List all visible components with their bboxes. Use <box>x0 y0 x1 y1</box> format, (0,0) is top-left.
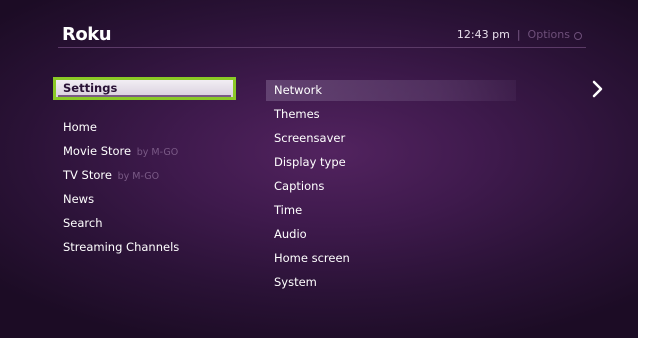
submenu-item-audio[interactable]: Audio <box>274 227 307 241</box>
main-menu: Settings Home Movie Store by M-GO TV Sto… <box>53 77 243 254</box>
submenu-item-themes[interactable]: Themes <box>274 107 320 121</box>
submenu-item-time[interactable]: Time <box>274 203 302 217</box>
options-star-icon <box>574 31 582 40</box>
menu-item-label: Home <box>63 120 97 134</box>
clock-time: 12:43 pm <box>456 28 510 41</box>
roku-home-screen: Roku 12:43 pm | Options Settings Home Mo… <box>0 0 638 338</box>
menu-item-label: Movie Store <box>63 144 132 158</box>
header-separator: | <box>516 28 521 41</box>
menu-item-label: News <box>63 192 95 206</box>
submenu-item-display-type[interactable]: Display type <box>274 155 346 169</box>
submenu-item-system[interactable]: System <box>274 275 317 289</box>
submenu-item-network[interactable]: Network <box>274 83 322 97</box>
menu-item-provider: by M-GO <box>136 147 179 158</box>
options-hint: Options <box>527 28 570 41</box>
menu-item-label: TV Store <box>63 168 112 182</box>
header-status: 12:43 pm | Options <box>457 28 582 41</box>
menu-item-label: Search <box>63 216 103 230</box>
menu-item-settings[interactable]: Settings <box>53 77 236 100</box>
submenu-item-home-screen[interactable]: Home screen <box>274 251 350 265</box>
roku-logo: Roku <box>62 24 112 45</box>
menu-item-movie-store[interactable]: Movie Store by M-GO <box>63 144 178 158</box>
menu-item-provider: by M-GO <box>117 171 160 182</box>
menu-item-streaming-channels[interactable]: Streaming Channels <box>63 240 179 254</box>
menu-item-news[interactable]: News <box>63 192 94 206</box>
chevron-right-icon[interactable] <box>590 80 606 98</box>
menu-item-tv-store[interactable]: TV Store by M-GO <box>63 168 159 182</box>
menu-item-label: Settings <box>63 81 118 95</box>
submenu-item-screensaver[interactable]: Screensaver <box>274 131 345 145</box>
submenu-item-captions[interactable]: Captions <box>274 179 324 193</box>
menu-item-search[interactable]: Search <box>63 216 103 230</box>
menu-item-label: Streaming Channels <box>63 240 180 254</box>
menu-item-home[interactable]: Home <box>63 120 97 134</box>
header-divider <box>58 47 586 48</box>
